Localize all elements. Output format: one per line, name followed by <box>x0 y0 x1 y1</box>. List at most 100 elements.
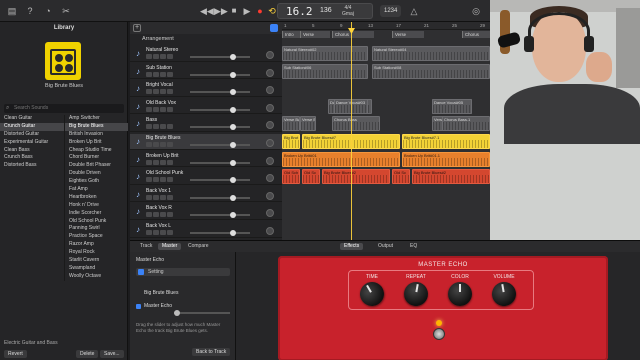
input-monitor-button[interactable] <box>167 159 173 165</box>
arrangement-timeline[interactable]: 1 5 9 13 17 21 25 29 Intro Verse Chorus Verse Choru… <box>282 22 490 240</box>
audio-region[interactable]: Sub Station#08 <box>372 63 490 79</box>
input-monitor-button[interactable] <box>167 124 173 130</box>
track-name[interactable]: Sub Station <box>146 65 172 71</box>
pan-knob[interactable] <box>266 209 274 218</box>
volume-fader-knob[interactable] <box>230 230 236 236</box>
volume-fader[interactable] <box>190 56 250 58</box>
track-name[interactable]: Big Brute Blues <box>146 135 180 141</box>
back-to-track-button[interactable]: Back to Track <box>192 348 231 356</box>
arrangement-marker[interactable]: Intro <box>282 31 300 38</box>
track-lane[interactable]: Dance Vocal#01Dance Vocal#01Dance Vocal#… <box>282 98 490 115</box>
arrangement-marker[interactable]: Chorus <box>332 31 374 38</box>
arrangement-marker[interactable]: Chorus <box>462 31 490 38</box>
track-header[interactable]: ♪ Big Brute Blues <box>130 134 282 150</box>
solo-button[interactable] <box>153 212 159 218</box>
patch-item[interactable]: Double Brit Phaser <box>65 162 128 170</box>
track-name[interactable]: Bright Vocal <box>146 82 173 88</box>
record-enable-button[interactable] <box>160 142 166 147</box>
solo-button[interactable] <box>153 106 159 112</box>
play-button[interactable]: ▶ <box>241 5 253 17</box>
add-track-button[interactable]: + <box>133 24 141 32</box>
volume-fader[interactable] <box>190 91 250 94</box>
track-header[interactable]: ♪ Back Vox L <box>130 222 282 238</box>
volume-fader[interactable] <box>190 108 250 111</box>
patch-item[interactable]: Cheap Studio Time <box>65 147 128 155</box>
solo-button[interactable] <box>153 71 159 77</box>
volume-fader-knob[interactable] <box>230 142 236 148</box>
solo-button[interactable] <box>153 89 159 95</box>
mute-button[interactable] <box>146 54 152 59</box>
patch-item[interactable]: Starlit Cavern <box>65 257 128 265</box>
playhead[interactable] <box>351 22 352 240</box>
track-lane[interactable] <box>282 81 490 97</box>
input-monitor-button[interactable] <box>167 194 173 200</box>
volume-fader-knob[interactable] <box>230 124 236 131</box>
pan-knob[interactable] <box>266 68 274 77</box>
input-monitor-button[interactable] <box>167 106 173 112</box>
track-name[interactable]: Old Back Vox <box>146 100 176 106</box>
track-header[interactable]: ♪ Natural Stereo <box>130 46 282 62</box>
patch-item[interactable]: Big Brute Blues <box>65 122 128 131</box>
pedal-footswitch[interactable] <box>433 328 445 340</box>
category-item[interactable]: Clean Bass <box>0 147 64 155</box>
mute-button[interactable] <box>146 89 152 95</box>
category-item[interactable]: Crunch Guitar <box>0 122 64 131</box>
audio-region[interactable]: Big Brut <box>282 134 300 149</box>
audio-region[interactable]: Verse Ba <box>282 116 300 132</box>
audio-region[interactable]: Dance Vocal#05 <box>432 98 472 114</box>
slider-knob[interactable] <box>174 310 180 316</box>
record-enable-button[interactable] <box>160 89 166 95</box>
pan-knob[interactable] <box>266 191 274 200</box>
audio-region[interactable]: Chorus Bass.1 <box>442 116 490 132</box>
volume-fader[interactable] <box>190 73 250 76</box>
category-item[interactable]: Distorted Bass <box>0 162 64 170</box>
patch-item[interactable]: Chord Burner <box>65 154 128 162</box>
patch-item[interactable]: Woolly Octave <box>65 273 128 281</box>
record-enable-button[interactable] <box>160 230 166 235</box>
help-icon[interactable]: ? <box>24 5 36 17</box>
volume-fader[interactable] <box>190 232 250 234</box>
arrangement-marker[interactable]: Verse <box>392 31 424 38</box>
patch-item[interactable]: Heartbroken <box>65 194 128 202</box>
solo-button[interactable] <box>153 230 159 235</box>
mute-button[interactable] <box>146 71 152 77</box>
pan-knob[interactable] <box>266 121 274 130</box>
record-enable-button[interactable] <box>160 212 166 218</box>
input-monitor-button[interactable] <box>167 54 173 59</box>
volume-fader-knob[interactable] <box>230 106 236 113</box>
pan-knob[interactable] <box>266 51 274 59</box>
arrangement-marker[interactable]: Verse <box>300 31 330 38</box>
mute-button[interactable] <box>146 230 152 235</box>
rewind-button[interactable]: ◀◀ <box>200 5 214 17</box>
audio-region[interactable]: Big Brute Blues#7.1 <box>402 134 490 149</box>
editors-toggle-icon[interactable]: ✂ <box>60 5 72 17</box>
track-lane[interactable] <box>282 222 490 238</box>
track-header[interactable]: ♪ Back Vox 1 <box>130 187 282 203</box>
input-monitor-button[interactable] <box>167 71 173 77</box>
volume-fader[interactable] <box>190 196 250 199</box>
mute-button[interactable] <box>146 142 152 147</box>
mute-button[interactable] <box>146 194 152 200</box>
loop-browser-icon[interactable]: ◎ <box>470 5 482 17</box>
master-echo-slider[interactable] <box>174 310 230 316</box>
solo-button[interactable] <box>153 142 159 147</box>
patch-item[interactable]: Indie Scorcher <box>65 210 128 218</box>
track-lane[interactable]: Verse BaVerse BaChorus BassVerse BaChoru… <box>282 116 490 132</box>
patch-item[interactable]: Amp Switcher <box>65 115 128 123</box>
setting-menu[interactable]: Setting <box>136 268 230 276</box>
count-in-pill[interactable]: 1234 <box>380 5 402 17</box>
record-button[interactable]: ● <box>254 5 266 17</box>
input-monitor-button[interactable] <box>167 89 173 95</box>
track-lane[interactable]: Big Brut Big Brute Blues#7 Big Brute Blues… <box>282 134 490 150</box>
metronome-icon[interactable]: △ <box>408 5 420 17</box>
volume-fader[interactable] <box>190 179 250 182</box>
pan-knob[interactable] <box>266 174 274 183</box>
volume-fader-knob[interactable] <box>230 212 236 219</box>
track-header[interactable]: ♪ Sub Station <box>130 64 282 80</box>
record-enable-button[interactable] <box>160 177 166 183</box>
track-lane[interactable]: Broken Up Brit#01 Broken Up Brit#01.1 <box>282 151 490 168</box>
volume-fader-knob[interactable] <box>230 71 236 78</box>
mute-button[interactable] <box>146 177 152 183</box>
record-enable-button[interactable] <box>160 106 166 112</box>
solo-button[interactable] <box>153 159 159 165</box>
